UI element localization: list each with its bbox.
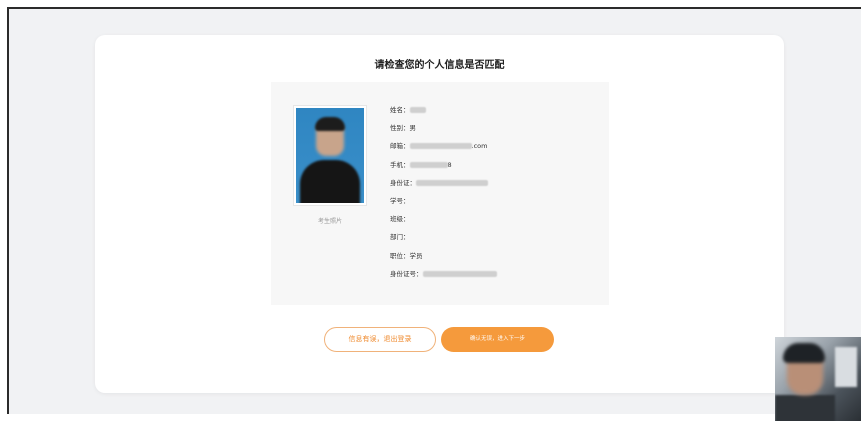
student-photo [296, 108, 364, 203]
field-position-value: 学员 [409, 251, 423, 260]
field-department: 部门： [390, 228, 600, 246]
field-class-label: 班级： [390, 215, 410, 224]
field-id-number-label: 身份证号： [390, 269, 423, 278]
field-phone-label: 手机： [390, 160, 410, 169]
field-id-card-label: 身份证： [390, 178, 416, 187]
redacted-mask [409, 143, 472, 150]
field-department-label: 部门： [390, 233, 410, 242]
redacted-mask [416, 179, 488, 186]
field-position-label: 职位： [390, 251, 410, 260]
redacted-mask [409, 161, 448, 168]
bottom-strip [0, 414, 861, 421]
page-title: 请检查您的个人信息是否匹配 [374, 60, 505, 71]
field-student-no-label: 学号： [390, 196, 410, 205]
field-email-value: .com [471, 142, 488, 151]
field-class: 班级： [390, 210, 600, 228]
field-gender: 性别：男 [390, 119, 600, 137]
field-id-card: 身份证： [390, 174, 600, 192]
field-student-no: 学号： [390, 192, 600, 210]
field-email-label: 邮箱： [390, 142, 410, 151]
verification-card: 请检查您的个人信息是否匹配 考生照片 姓名： 性别：男 邮箱： .com 手机： 8 [95, 35, 784, 393]
webcam-preview [775, 337, 861, 421]
field-id-number: 身份证号： [390, 265, 600, 283]
student-photo-frame [293, 105, 367, 206]
field-phone-value: 8 [447, 160, 452, 169]
field-gender-value: 男 [409, 124, 417, 133]
exit-login-button[interactable]: 信息有误，退出登录 [324, 327, 436, 352]
photo-caption: 考生照片 [317, 218, 342, 225]
confirm-next-button[interactable]: 确认无误，进入下一步 [441, 327, 554, 352]
profile-panel: 考生照片 姓名： 性别：男 邮箱： .com 手机： 8 身份证： 学号： 班级： [271, 82, 609, 305]
field-position: 职位：学员 [390, 247, 600, 265]
redacted-mask [409, 107, 426, 114]
profile-info-list: 姓名： 性别：男 邮箱： .com 手机： 8 身份证： 学号： 班级： 部门： [390, 101, 600, 283]
field-name-label: 姓名： [390, 106, 410, 114]
field-name: 姓名： [390, 101, 600, 119]
field-gender-label: 性别： [390, 124, 410, 133]
field-phone: 手机： 8 [390, 156, 600, 174]
field-email: 邮箱： .com [390, 137, 600, 155]
redacted-mask [422, 270, 497, 277]
